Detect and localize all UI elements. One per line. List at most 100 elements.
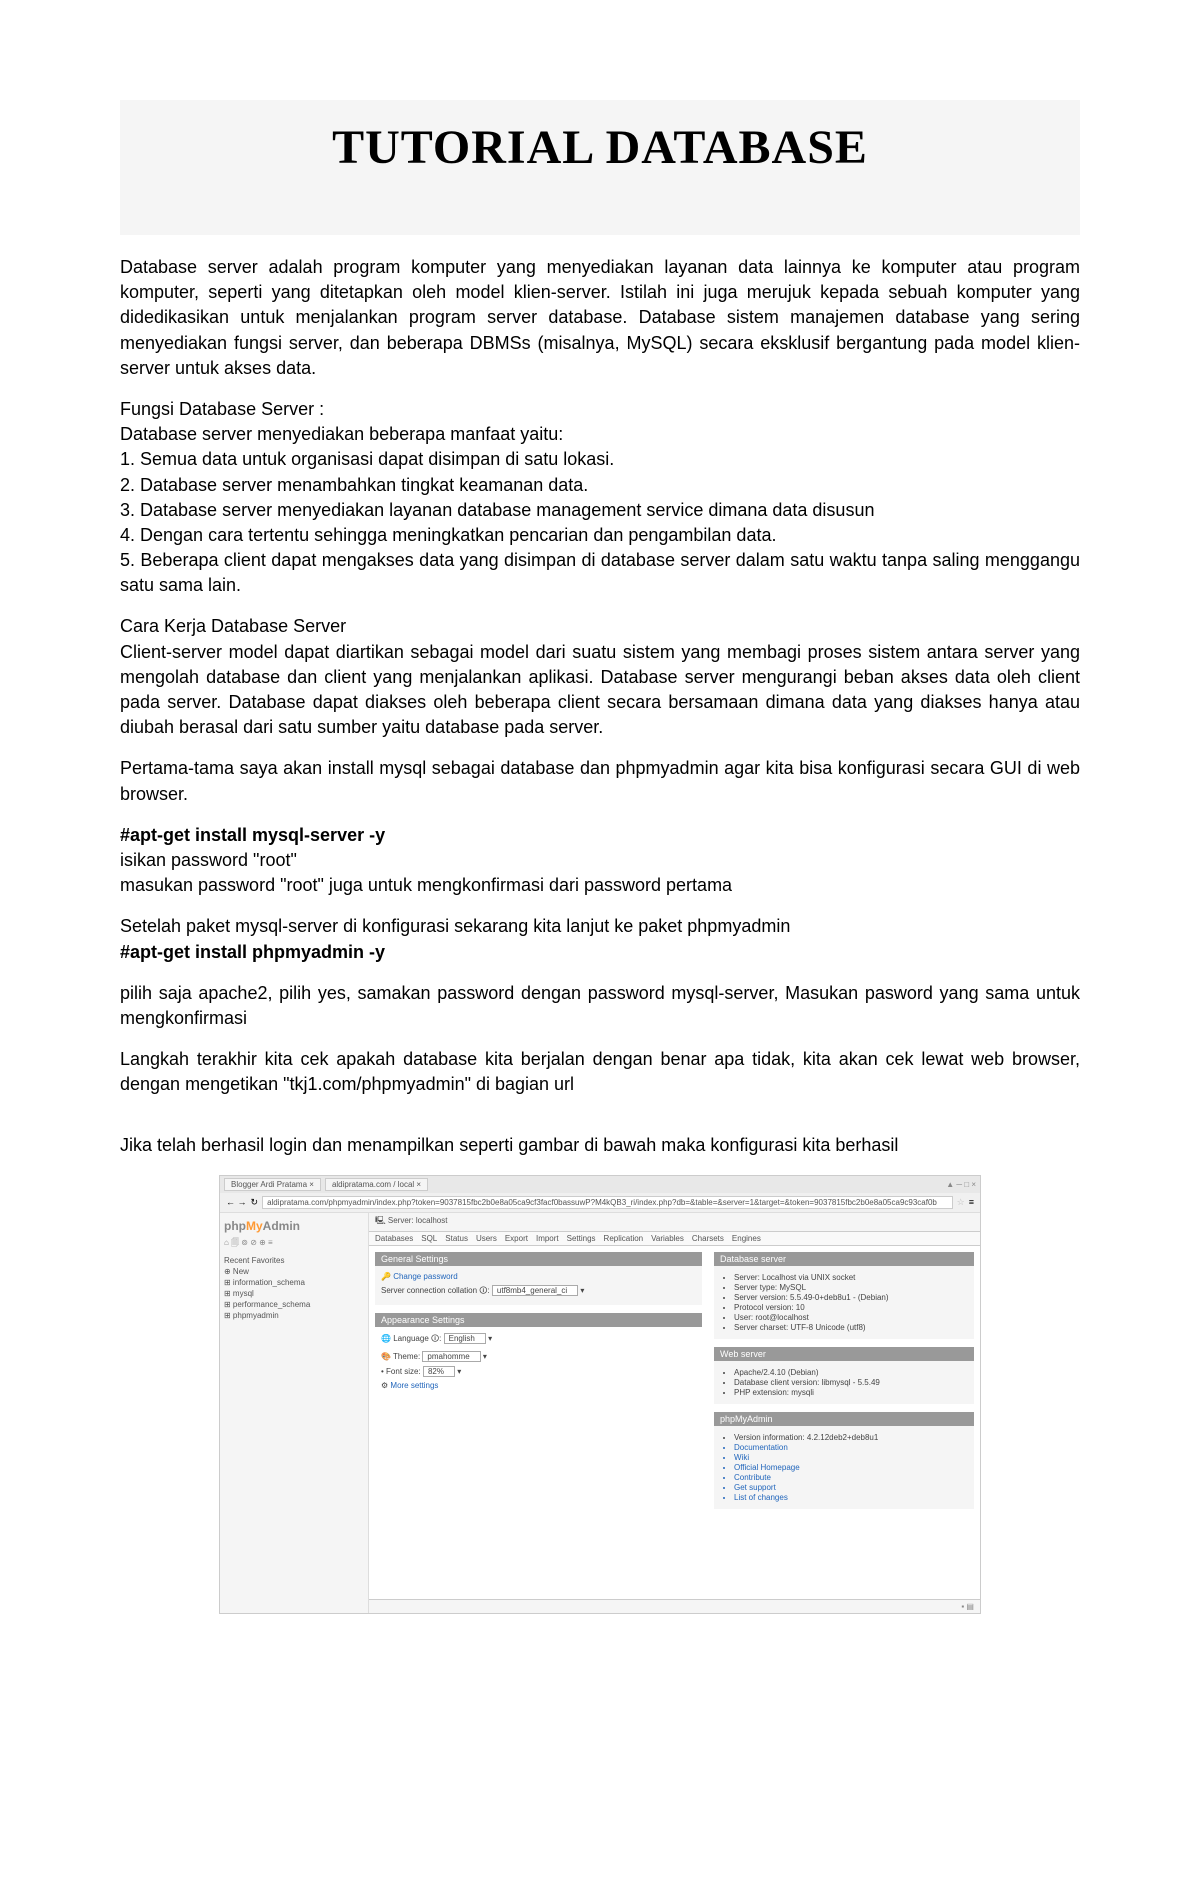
web-server-head: Web server [714, 1347, 974, 1361]
cmd2-block: Setelah paket mysql-server di konfiguras… [120, 914, 1080, 964]
tree-item[interactable]: ⊞ phpmyadmin [224, 1310, 364, 1321]
window-controls[interactable]: ▲ ─ □ × [946, 1180, 976, 1189]
pma-tab[interactable]: Replication [604, 1234, 644, 1243]
logo-my: My [246, 1219, 263, 1233]
reload-icon[interactable]: ↻ [251, 1197, 259, 1208]
db-server-body: Server: Localhost via UNIX socket Server… [714, 1266, 974, 1339]
font-size-select[interactable]: 82% [423, 1366, 455, 1377]
db-info-item: Protocol version: 10 [734, 1303, 968, 1312]
fungsi-item: 2. Database server menambahkan tingkat k… [120, 473, 1080, 498]
pma-tab[interactable]: Charsets [692, 1234, 724, 1243]
web-info-item: Apache/2.4.10 (Debian) [734, 1368, 968, 1377]
browser-tab[interactable]: aldipratama.com / local × [325, 1178, 428, 1191]
pma-info-link[interactable]: Documentation [734, 1443, 968, 1452]
db-info-item: Server type: MySQL [734, 1283, 968, 1292]
db-info-item: Server: Localhost via UNIX socket [734, 1273, 968, 1282]
url-bar: ← → ↻ aldipratama.com/phpmyadmin/index.p… [220, 1193, 980, 1213]
general-settings-body: 🔑 Change password Server connection coll… [375, 1266, 702, 1305]
language-select[interactable]: English [444, 1333, 486, 1344]
pma-sidebar-icons[interactable]: ⌂ 🗐 ⊚ ⊘ ⊕ ≡ [224, 1237, 364, 1255]
db-info-item: Server charset: UTF-8 Unicode (utf8) [734, 1323, 968, 1332]
language-label: Language [393, 1334, 429, 1343]
theme-select[interactable]: pmahomme [422, 1351, 480, 1362]
nav-arrows-icon[interactable]: ← → [226, 1197, 247, 1207]
cara-heading: Cara Kerja Database Server [120, 614, 1080, 639]
url-input[interactable]: aldipratama.com/phpmyadmin/index.php?tok… [262, 1196, 953, 1209]
cmd1-note: masukan password "root" juga untuk mengk… [120, 873, 1080, 898]
pma-info-link[interactable]: Wiki [734, 1453, 968, 1462]
browser-tab[interactable]: Blogger Ardi Pratama × [224, 1178, 321, 1191]
pma-tab[interactable]: Databases [375, 1234, 413, 1243]
browser-tab-strip: Blogger Ardi Pratama × aldipratama.com /… [220, 1176, 980, 1193]
pma-info-link[interactable]: Official Homepage [734, 1463, 968, 1472]
pma-breadcrumb: 🖳 Server: localhost [369, 1213, 980, 1232]
pma-tab[interactable]: Status [445, 1234, 468, 1243]
pma-tab[interactable]: Import [536, 1234, 559, 1243]
font-size-label: Font size: [386, 1367, 421, 1376]
pma-db-tree: Recent Favorites ⊕ New ⊞ information_sch… [224, 1255, 364, 1321]
pma-info-body: Version information: 4.2.12deb2+deb8u1 D… [714, 1426, 974, 1509]
db-info-item: Server version: 5.5.49-0+deb8u1 - (Debia… [734, 1293, 968, 1302]
web-server-body: Apache/2.4.10 (Debian) Database client v… [714, 1361, 974, 1404]
web-info-item: PHP extension: mysqli [734, 1388, 968, 1397]
pma-info-link[interactable]: Contribute [734, 1473, 968, 1482]
tree-recent-tabs[interactable]: Recent Favorites [224, 1255, 364, 1266]
cara-body: Client-server model dapat diartikan seba… [120, 640, 1080, 741]
appearance-settings-body: 🌐 Language 🛈: English ▾ 🎨 Theme: pmahomm… [375, 1327, 702, 1396]
title-block: TUTORIAL DATABASE [120, 100, 1080, 235]
check-text: Langkah terakhir kita cek apakah databas… [120, 1047, 1080, 1097]
collation-select[interactable]: utf8mb4_general_ci [492, 1285, 578, 1296]
tree-item[interactable]: ⊞ information_schema [224, 1277, 364, 1288]
pma-console-bar[interactable]: ▪ ▤ [369, 1599, 980, 1613]
pma-tab[interactable]: Users [476, 1234, 497, 1243]
pma-tab[interactable]: Export [505, 1234, 528, 1243]
pma-top-tabs: Databases SQL Status Users Export Import… [369, 1232, 980, 1246]
tree-item[interactable]: ⊞ mysql [224, 1288, 364, 1299]
fungsi-item: 1. Semua data untuk organisasi dapat dis… [120, 447, 1080, 472]
browser-menu-icon[interactable]: ≡ [969, 1197, 974, 1207]
pma-info-head: phpMyAdmin [714, 1412, 974, 1426]
theme-label: Theme [393, 1352, 418, 1361]
result-text: Jika telah berhasil login dan menampilka… [120, 1133, 1080, 1158]
change-password-link[interactable]: Change password [393, 1272, 457, 1281]
fungsi-lead: Database server menyediakan beberapa man… [120, 422, 1080, 447]
fungsi-section: Fungsi Database Server : Database server… [120, 397, 1080, 599]
cmd1-block: #apt-get install mysql-server -y isikan … [120, 823, 1080, 899]
tree-item[interactable]: ⊞ performance_schema [224, 1299, 364, 1310]
cmd2: #apt-get install phpmyadmin -y [120, 940, 1080, 965]
fungsi-item: 5. Beberapa client dapat mengakses data … [120, 548, 1080, 598]
fungsi-item: 3. Database server menyediakan layanan d… [120, 498, 1080, 523]
cmd2-lead: Setelah paket mysql-server di konfiguras… [120, 914, 1080, 939]
pma-logo: phpMyAdmin [224, 1217, 364, 1237]
pma-tab[interactable]: SQL [421, 1234, 437, 1243]
collation-label: Server connection collation [381, 1286, 477, 1295]
page-title: TUTORIAL DATABASE [120, 120, 1080, 175]
general-settings-head: General Settings [375, 1252, 702, 1266]
appearance-settings-head: Appearance Settings [375, 1313, 702, 1327]
phpmyadmin-screenshot: Blogger Ardi Pratama × aldipratama.com /… [219, 1175, 981, 1614]
cmd1: #apt-get install mysql-server -y [120, 823, 1080, 848]
cmd2-note: pilih saja apache2, pilih yes, samakan p… [120, 981, 1080, 1031]
pma-main: 🖳 Server: localhost Databases SQL Status… [369, 1213, 980, 1613]
intro-paragraph: Database server adalah program komputer … [120, 255, 1080, 381]
cmd1-note: isikan password "root" [120, 848, 1080, 873]
pma-tab[interactable]: Variables [651, 1234, 684, 1243]
pma-tab[interactable]: Engines [732, 1234, 761, 1243]
db-info-item: User: root@localhost [734, 1313, 968, 1322]
fungsi-item: 4. Dengan cara tertentu sehingga meningk… [120, 523, 1080, 548]
bookmark-star-icon[interactable]: ☆ [957, 1197, 965, 1208]
cara-section: Cara Kerja Database Server Client-server… [120, 614, 1080, 740]
logo-php: php [224, 1219, 246, 1233]
pma-sidebar: phpMyAdmin ⌂ 🗐 ⊚ ⊘ ⊕ ≡ Recent Favorites … [220, 1213, 369, 1613]
more-settings-link[interactable]: More settings [390, 1381, 438, 1390]
pma-tab[interactable]: Settings [567, 1234, 596, 1243]
web-info-item: Database client version: libmysql - 5.5.… [734, 1378, 968, 1387]
pma-info-link[interactable]: List of changes [734, 1493, 968, 1502]
install-lead: Pertama-tama saya akan install mysql seb… [120, 756, 1080, 806]
pma-info-link[interactable]: Get support [734, 1483, 968, 1492]
db-server-head: Database server [714, 1252, 974, 1266]
pma-info-item: Version information: 4.2.12deb2+deb8u1 [734, 1433, 968, 1442]
fungsi-heading: Fungsi Database Server : [120, 397, 1080, 422]
tree-new[interactable]: ⊕ New [224, 1266, 364, 1277]
logo-admin: Admin [263, 1219, 300, 1233]
